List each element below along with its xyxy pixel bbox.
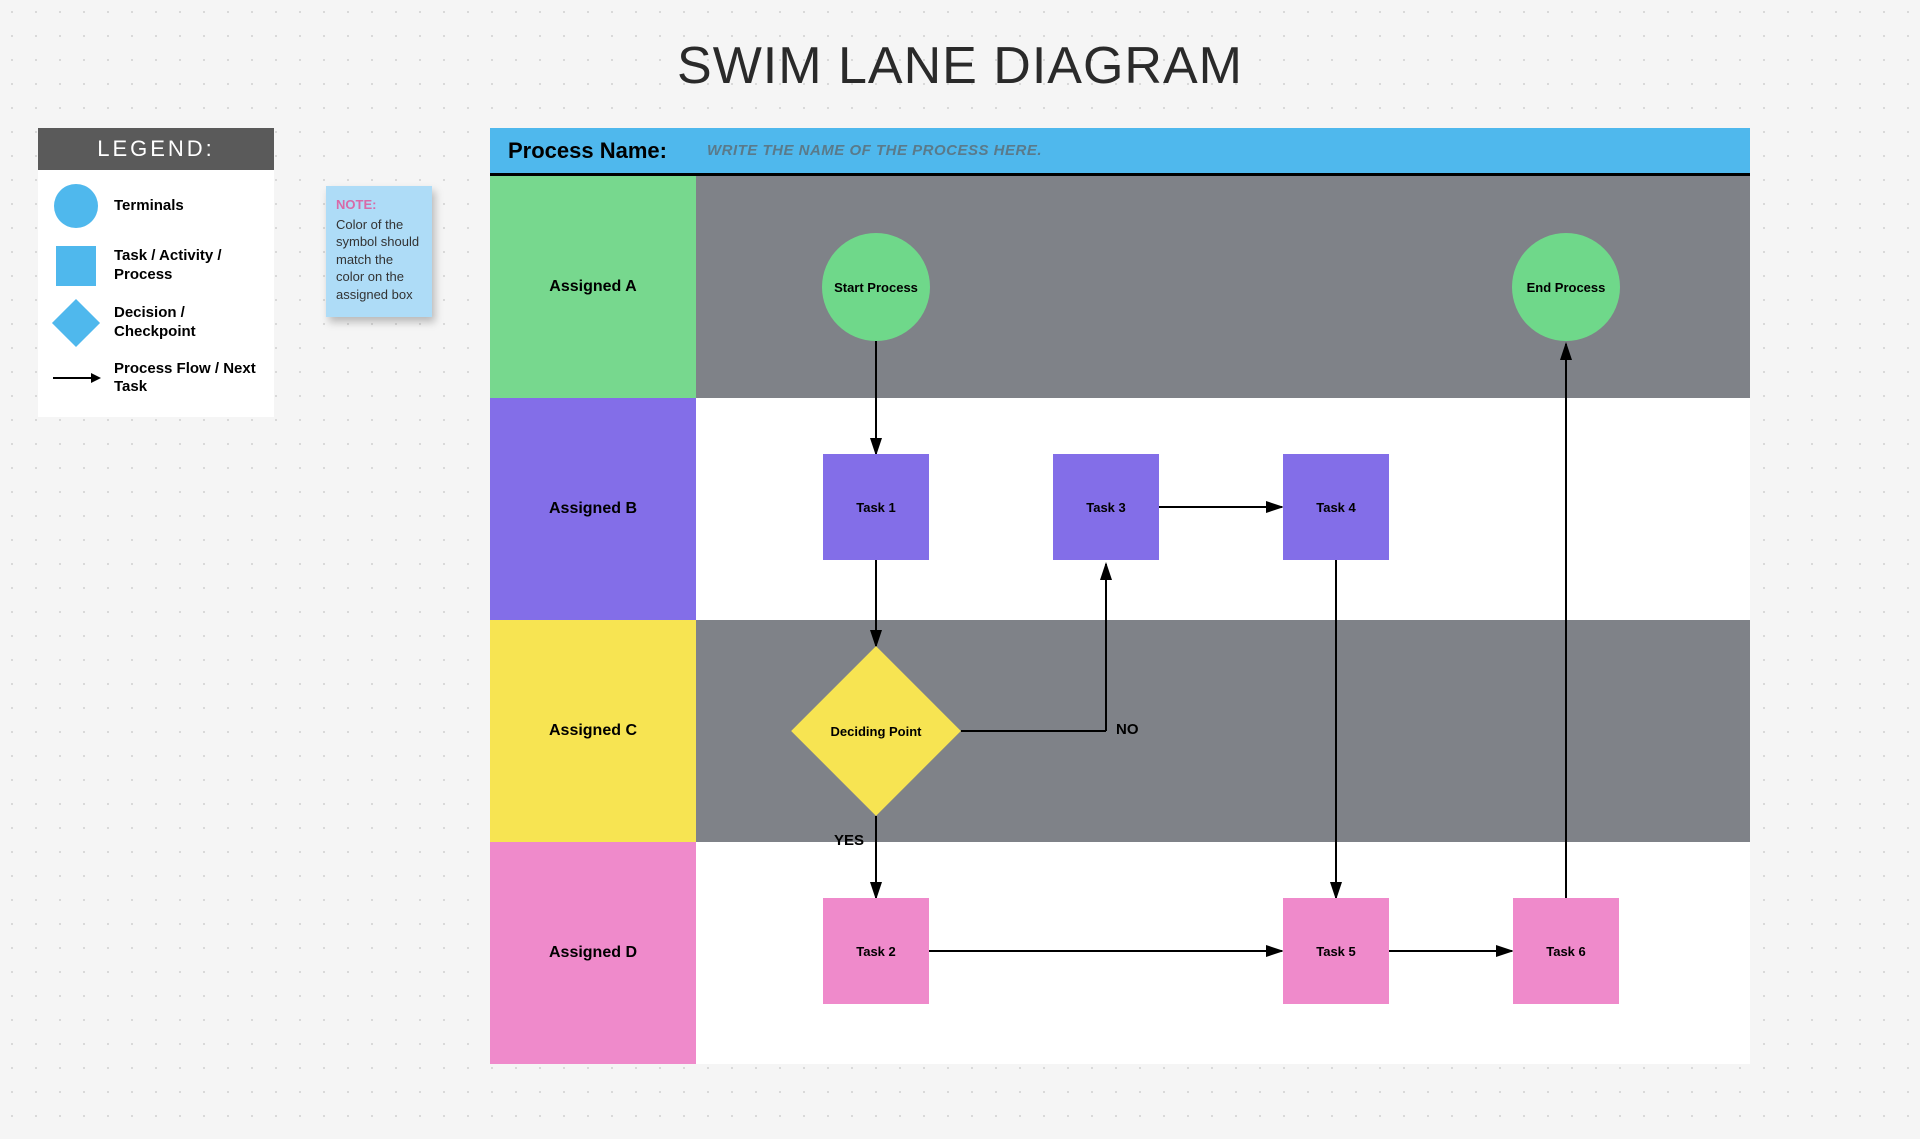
legend-item-terminals: Terminals xyxy=(48,184,264,228)
node-task5[interactable]: Task 5 xyxy=(1283,898,1389,1004)
node-task6-label: Task 6 xyxy=(1546,944,1586,959)
node-task3[interactable]: Task 3 xyxy=(1053,454,1159,560)
legend-header: LEGEND: xyxy=(38,128,274,170)
process-header: Process Name: WRITE THE NAME OF THE PROC… xyxy=(490,128,1750,176)
arrow-icon xyxy=(48,368,104,388)
legend-item-task: Task / Activity / Process xyxy=(48,246,264,286)
note-title: NOTE: xyxy=(336,196,422,214)
node-decision-label: Deciding Point xyxy=(831,724,922,739)
node-start[interactable]: Start Process xyxy=(822,233,930,341)
node-end[interactable]: End Process xyxy=(1512,233,1620,341)
square-icon xyxy=(48,246,104,286)
node-task1[interactable]: Task 1 xyxy=(823,454,929,560)
circle-icon xyxy=(48,184,104,228)
legend-item-flow: Process Flow / Next Task xyxy=(48,360,264,398)
legend-label: Decision / Checkpoint xyxy=(104,304,264,342)
process-name-input[interactable]: WRITE THE NAME OF THE PROCESS HERE. xyxy=(707,142,1042,159)
legend-label: Process Flow / Next Task xyxy=(104,360,264,398)
node-task4[interactable]: Task 4 xyxy=(1283,454,1389,560)
node-task6[interactable]: Task 6 xyxy=(1513,898,1619,1004)
lane-a-label: Assigned A xyxy=(490,176,696,398)
lane-d-label: Assigned D xyxy=(490,842,696,1064)
node-end-label: End Process xyxy=(1527,280,1606,295)
node-start-label: Start Process xyxy=(834,280,918,295)
swimlane-container: Process Name: WRITE THE NAME OF THE PROC… xyxy=(490,128,1750,1064)
lane-c-label: Assigned C xyxy=(490,620,696,842)
diamond-icon xyxy=(48,306,104,340)
node-task4-label: Task 4 xyxy=(1316,500,1356,515)
process-name-label: Process Name: xyxy=(508,138,667,164)
node-task2[interactable]: Task 2 xyxy=(823,898,929,1004)
legend-item-decision: Decision / Checkpoint xyxy=(48,304,264,342)
legend-label: Terminals xyxy=(104,197,264,216)
node-task5-label: Task 5 xyxy=(1316,944,1356,959)
node-task1-label: Task 1 xyxy=(856,500,896,515)
node-task2-label: Task 2 xyxy=(856,944,896,959)
note-panel: NOTE: Color of the symbol should match t… xyxy=(326,186,432,317)
lane-b-label: Assigned B xyxy=(490,398,696,620)
node-task3-label: Task 3 xyxy=(1086,500,1126,515)
lane-c: Assigned C xyxy=(490,620,1750,842)
legend-label: Task / Activity / Process xyxy=(104,247,264,285)
page-title: SWIM LANE DIAGRAM xyxy=(677,36,1243,96)
legend-panel: LEGEND: Terminals Task / Activity / Proc… xyxy=(38,128,274,417)
note-body: Color of the symbol should match the col… xyxy=(336,216,422,304)
legend-body: Terminals Task / Activity / Process Deci… xyxy=(38,170,274,417)
